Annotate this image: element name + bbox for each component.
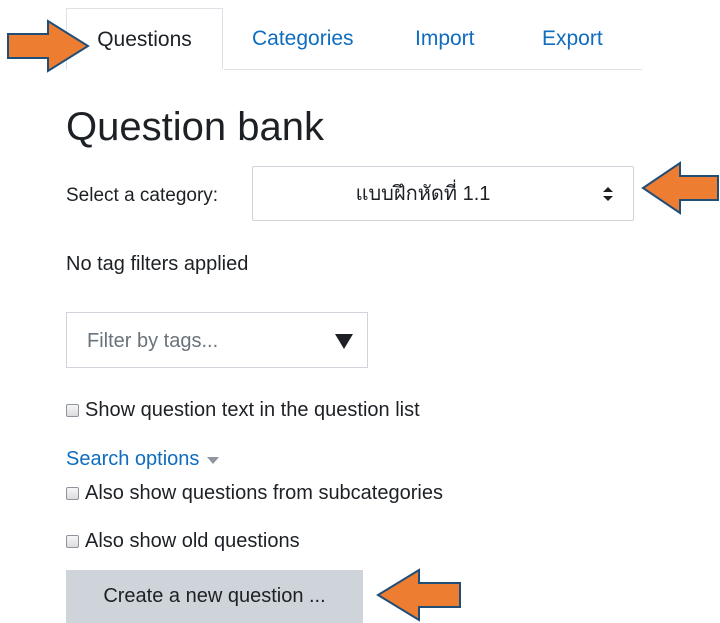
tag-filter-status: No tag filters applied xyxy=(66,253,249,275)
old-questions-option: Also show old questions xyxy=(66,528,300,554)
category-selected-value: แบบฝึกหัดที่ 1.1 xyxy=(355,183,491,205)
tab-import[interactable]: Import xyxy=(415,8,475,70)
create-question-button[interactable]: Create a new question ... xyxy=(66,570,363,623)
search-options-label: Search options xyxy=(66,448,200,470)
dropdown-triangle-icon xyxy=(335,334,353,349)
arrow-right-icon xyxy=(7,19,90,73)
tab-categories[interactable]: Categories xyxy=(252,8,354,70)
old-questions-label: Also show old questions xyxy=(85,530,300,552)
subcategories-checkbox[interactable] xyxy=(66,486,79,500)
show-question-text-label: Show question text in the question list xyxy=(85,399,420,421)
old-questions-checkbox[interactable] xyxy=(66,534,79,548)
arrow-left-icon xyxy=(641,161,719,215)
subcategories-option: Also show questions from subcategories xyxy=(66,480,443,506)
tag-filter-input[interactable]: Filter by tags... xyxy=(66,312,368,368)
tab-export[interactable]: Export xyxy=(542,8,603,70)
tag-filter-placeholder: Filter by tags... xyxy=(87,330,219,352)
show-question-text-option: Show question text in the question list xyxy=(66,397,420,423)
show-question-text-checkbox[interactable] xyxy=(66,403,79,417)
category-select[interactable]: แบบฝึกหัดที่ 1.1 xyxy=(252,166,634,221)
page-title: Question bank xyxy=(66,105,324,149)
tab-divider xyxy=(224,69,642,70)
subcategories-label: Also show questions from subcategories xyxy=(85,482,443,504)
tab-bar: Questions Categories Import Export xyxy=(66,8,642,70)
category-label: Select a category: xyxy=(66,185,219,206)
select-updown-icon xyxy=(603,187,613,201)
search-options-toggle[interactable]: Search options xyxy=(66,446,220,472)
arrow-left-icon xyxy=(376,568,461,622)
chevron-down-icon xyxy=(207,456,220,464)
